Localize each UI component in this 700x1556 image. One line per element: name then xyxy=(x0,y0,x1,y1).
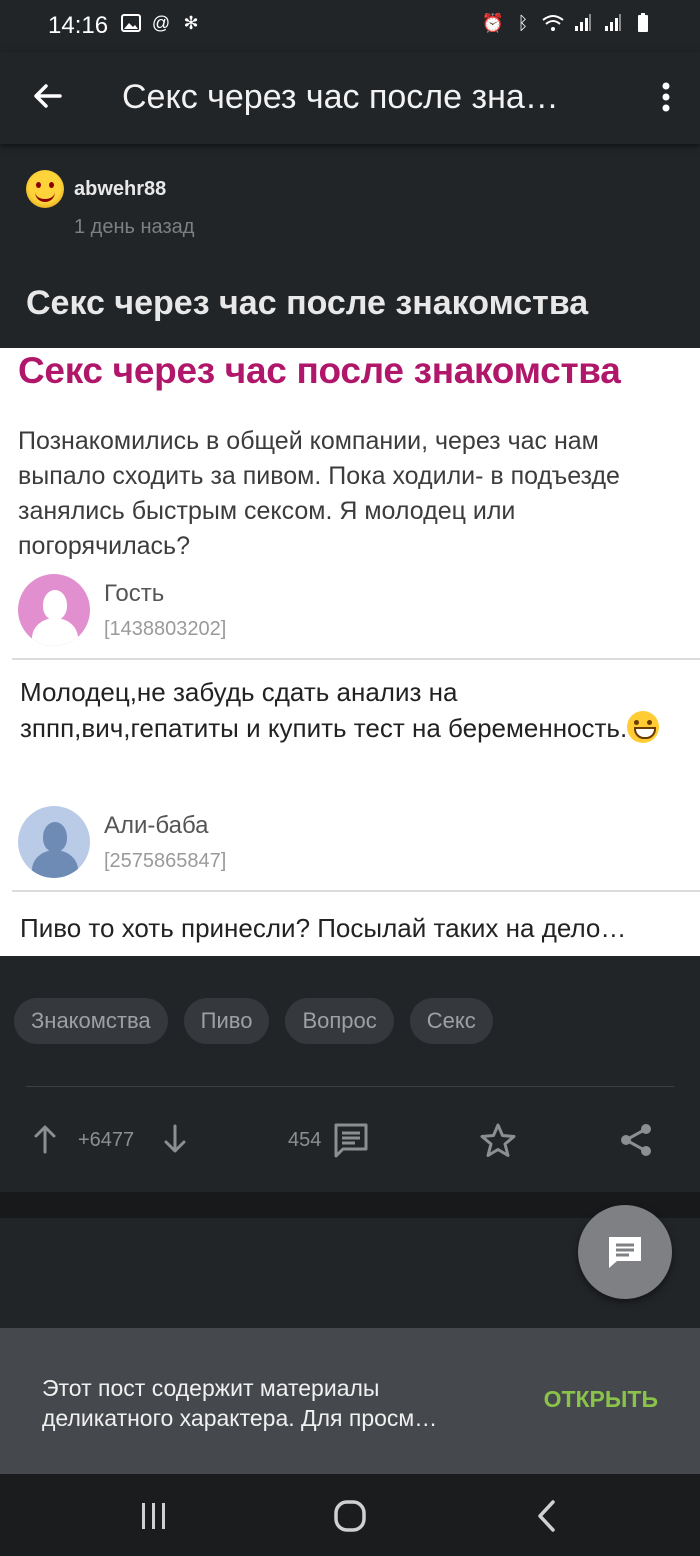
post-time: 1 день назад xyxy=(74,216,195,238)
signal-icon xyxy=(602,12,624,34)
divider xyxy=(12,890,700,892)
share-icon xyxy=(621,1124,651,1156)
comment-icon xyxy=(334,1123,368,1158)
embed-title: Секс через час после знакомства xyxy=(18,350,621,391)
app-bar: Секс через час после зна… xyxy=(0,52,700,144)
sensitive-content-snackbar: Этот пост содержит материалы деликатного… xyxy=(0,1328,700,1474)
embed-comment: Пиво то хоть принесли? Посылай таких на … xyxy=(20,913,627,943)
post-image[interactable]: Секс через час после знакомства Познаком… xyxy=(0,348,700,956)
divider xyxy=(12,658,700,660)
grinning-emoji-icon xyxy=(627,711,660,743)
post-actions: +6477 454 xyxy=(0,1108,700,1172)
comments-button[interactable]: 454 xyxy=(288,1122,369,1158)
alarm-icon: ⏰ xyxy=(481,12,505,33)
user-id: [1438803202] xyxy=(104,617,227,640)
recent-apps-icon[interactable] xyxy=(134,1496,174,1536)
user-name: Гость xyxy=(104,579,165,607)
image-icon xyxy=(120,12,142,34)
snackbar-message: Этот пост содержит материалы деликатного… xyxy=(42,1375,438,1431)
divider xyxy=(26,1086,674,1087)
user-name: Али-баба xyxy=(104,811,209,839)
tag[interactable]: Секс xyxy=(409,998,493,1044)
tag-list: Знакомства Пиво Вопрос Секс xyxy=(14,998,493,1044)
app-bar-title: Секс через час после зна… xyxy=(122,78,559,116)
upvote-button[interactable] xyxy=(34,1124,56,1154)
tag[interactable]: Пиво xyxy=(183,998,270,1044)
comment-fab-button[interactable] xyxy=(578,1205,672,1299)
favorite-button[interactable] xyxy=(480,1122,516,1158)
battery-icon xyxy=(632,12,654,34)
home-icon[interactable] xyxy=(330,1496,370,1536)
more-vert-icon[interactable] xyxy=(660,80,672,116)
embed-question: Познакомились в общей компании, через ча… xyxy=(18,427,620,560)
user-avatar xyxy=(18,574,90,646)
downvote-button[interactable] xyxy=(164,1124,186,1154)
status-bar: 14:16 @ ✻ ⏰ ᛒ xyxy=(0,0,700,52)
fan-icon: ✻ xyxy=(183,12,199,33)
embed-comment: Молодец,не забудь сдать анализ на зппп,в… xyxy=(20,674,680,746)
author-name[interactable]: abwehr88 xyxy=(74,178,166,201)
back-icon[interactable] xyxy=(528,1496,568,1536)
comments-count: 454 xyxy=(288,1128,322,1151)
system-nav-bar xyxy=(0,1474,700,1556)
bluetooth-icon: ᛒ xyxy=(517,12,529,33)
back-arrow-icon[interactable] xyxy=(30,78,66,114)
tag[interactable]: Вопрос xyxy=(285,998,394,1044)
tag[interactable]: Знакомства xyxy=(14,998,168,1044)
rating: +6477 xyxy=(78,1129,135,1151)
signal-icon xyxy=(572,12,594,34)
status-time: 14:16 xyxy=(48,12,109,39)
arrow-up-icon xyxy=(34,1125,56,1154)
wifi-icon xyxy=(542,12,564,34)
comment-icon xyxy=(609,1237,641,1268)
star-icon xyxy=(480,1123,516,1157)
post-title: Секс через час после знакомства xyxy=(26,284,589,322)
open-button[interactable]: ОТКРЫТЬ xyxy=(544,1386,658,1413)
arrow-down-icon xyxy=(164,1124,186,1153)
avatar[interactable] xyxy=(26,170,64,208)
post-author[interactable]: abwehr88 xyxy=(26,170,166,208)
share-button[interactable] xyxy=(618,1122,654,1158)
embed-user: Гость [1438803202] xyxy=(18,574,226,646)
user-id: [2575865847] xyxy=(104,849,227,872)
user-avatar xyxy=(18,806,90,878)
at-icon: @ xyxy=(151,12,171,33)
embed-user: Али-баба [2575865847] xyxy=(18,806,226,878)
